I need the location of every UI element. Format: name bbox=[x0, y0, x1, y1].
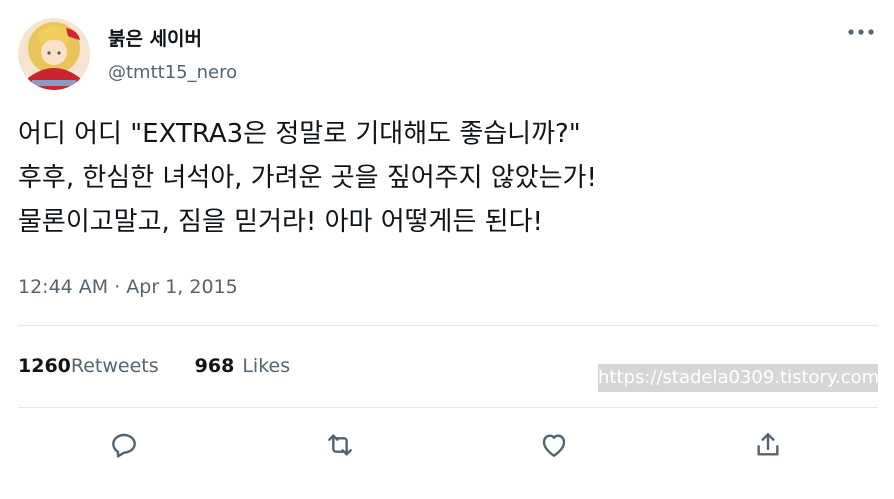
user-handle[interactable]: @tmtt15_nero bbox=[108, 62, 237, 83]
retweet-icon[interactable] bbox=[320, 425, 360, 465]
tweet-line: 후후, 한심한 녀석아, 가려운 곳을 짚어주지 않았는가! bbox=[18, 163, 597, 193]
reply-icon[interactable] bbox=[104, 425, 144, 465]
tweet-timestamp[interactable]: 12:44 AM · Apr 1, 2015 bbox=[18, 276, 238, 298]
action-bar bbox=[0, 425, 894, 465]
tweet-stats: 1260 Retweets 968 Likes bbox=[18, 355, 290, 377]
tweet-line: 물론이고말고, 짐을 믿거라! 아마 어떻게든 된다! bbox=[18, 207, 543, 237]
likes-stat[interactable]: 968 Likes bbox=[195, 355, 290, 377]
share-icon[interactable] bbox=[748, 425, 788, 465]
divider bbox=[18, 325, 878, 326]
likes-count: 968 bbox=[194, 355, 235, 377]
display-name[interactable]: 붉은 세이버 bbox=[108, 24, 202, 51]
retweets-label: Retweets bbox=[70, 355, 159, 377]
likes-label: Likes bbox=[242, 355, 291, 377]
more-horizontal-icon[interactable] bbox=[846, 20, 876, 44]
divider bbox=[18, 407, 878, 408]
avatar[interactable] bbox=[18, 18, 90, 90]
tweet-text: 어디 어디 "EXTRA3은 정말로 기대해도 좋습니까?" 후후, 한심한 녀… bbox=[18, 112, 878, 244]
retweets-count: 1260 bbox=[18, 355, 71, 377]
watermark-text: https://stadela0309.tistory.com bbox=[598, 364, 879, 392]
tweet-line: 어디 어디 "EXTRA3은 정말로 기대해도 좋습니까?" bbox=[18, 119, 581, 149]
retweets-stat[interactable]: 1260 Retweets bbox=[18, 355, 159, 377]
like-icon[interactable] bbox=[534, 425, 574, 465]
